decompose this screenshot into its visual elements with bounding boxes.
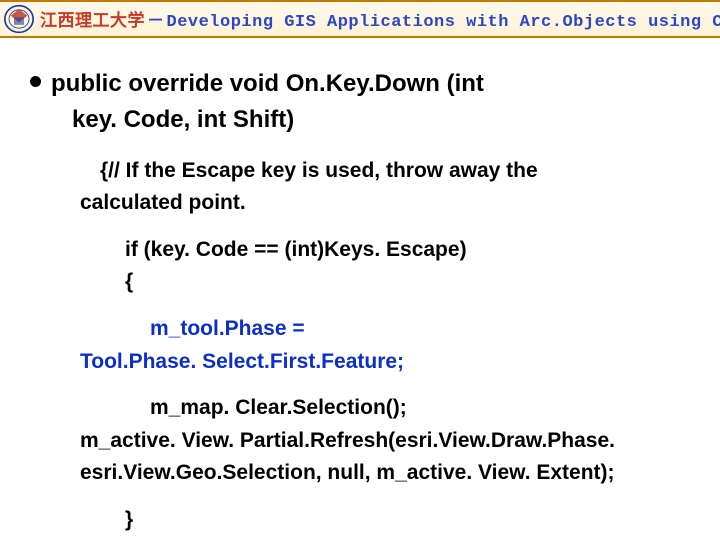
course-title: Developing GIS Applications with Arc.Obj… [167, 13, 720, 32]
university-logo-icon [2, 4, 36, 34]
refresh-line1: m_active. View. Partial.Refresh(esri.Vie… [80, 425, 690, 458]
slide-header: 江西理工大学－Developing GIS Applications with … [0, 0, 720, 38]
if-statement: if (key. Code == (int)Keys. Escape) [125, 234, 690, 267]
close-brace: } [125, 504, 690, 537]
if-block: if (key. Code == (int)Keys. Escape) { [30, 234, 690, 299]
assign-block: m_tool.Phase = Tool.Phase. Select.First.… [30, 313, 690, 378]
bullet-icon [30, 76, 41, 87]
comment-line1: {// If the Escape key is used, throw awa… [100, 155, 690, 188]
university-name: 江西理工大学 [40, 13, 145, 32]
comment-block: {// If the Escape key is used, throw awa… [30, 155, 690, 220]
method-signature-line1: public override void On.Key.Down (int [51, 68, 484, 100]
call-block: m_map. Clear.Selection(); m_active. View… [30, 392, 690, 490]
clear-call: m_map. Clear.Selection(); [150, 392, 690, 425]
open-brace: { [125, 266, 690, 299]
slide-content: public override void On.Key.Down (int ke… [0, 38, 720, 536]
assign-line1: m_tool.Phase = [150, 313, 690, 346]
assign-line2: Tool.Phase. Select.First.Feature; [80, 346, 690, 379]
header-separator: － [147, 13, 165, 32]
method-signature-line2: key. Code, int Shift) [72, 104, 690, 136]
refresh-line2: esri.View.Geo.Selection, null, m_active.… [80, 457, 690, 490]
bullet-item: public override void On.Key.Down (int [30, 68, 690, 100]
comment-line2: calculated point. [80, 187, 690, 220]
header-title: 江西理工大学－Developing GIS Applications with … [40, 6, 720, 32]
